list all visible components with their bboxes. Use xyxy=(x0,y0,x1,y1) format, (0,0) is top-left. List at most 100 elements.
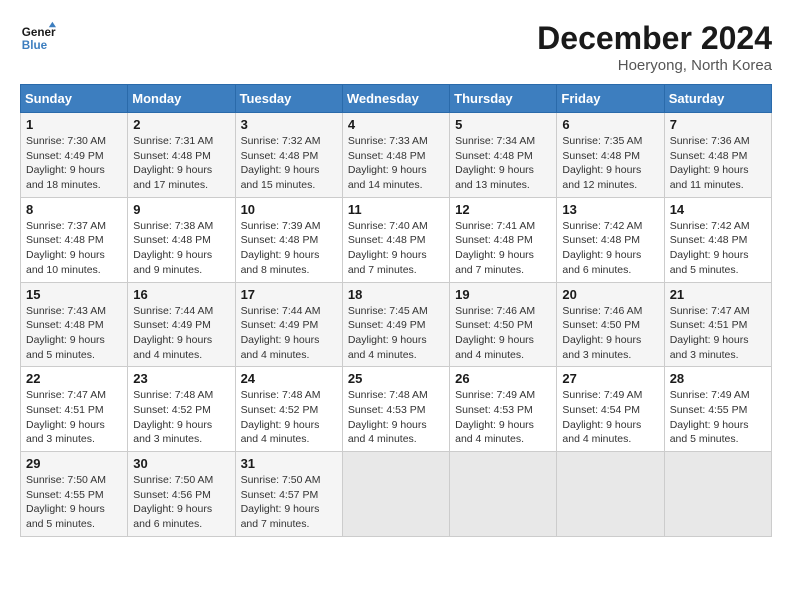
calendar-cell: 31 Sunrise: 7:50 AM Sunset: 4:57 PM Dayli… xyxy=(235,452,342,537)
day-number: 12 xyxy=(455,202,551,217)
day-info: Sunrise: 7:48 AM Sunset: 4:52 PM Dayligh… xyxy=(133,388,229,447)
calendar-cell: 20 Sunrise: 7:46 AM Sunset: 4:50 PM Dayli… xyxy=(557,282,664,367)
day-number: 4 xyxy=(348,117,444,132)
day-info: Sunrise: 7:37 AM Sunset: 4:48 PM Dayligh… xyxy=(26,219,122,278)
calendar-cell: 15 Sunrise: 7:43 AM Sunset: 4:48 PM Dayli… xyxy=(21,282,128,367)
day-info: Sunrise: 7:43 AM Sunset: 4:48 PM Dayligh… xyxy=(26,304,122,363)
day-info: Sunrise: 7:33 AM Sunset: 4:48 PM Dayligh… xyxy=(348,134,444,193)
day-number: 14 xyxy=(670,202,766,217)
calendar-cell: 26 Sunrise: 7:49 AM Sunset: 4:53 PM Dayli… xyxy=(450,367,557,452)
day-info: Sunrise: 7:49 AM Sunset: 4:53 PM Dayligh… xyxy=(455,388,551,447)
weekday-header: Friday xyxy=(557,85,664,113)
day-number: 15 xyxy=(26,287,122,302)
day-info: Sunrise: 7:50 AM Sunset: 4:57 PM Dayligh… xyxy=(241,473,337,532)
day-info: Sunrise: 7:46 AM Sunset: 4:50 PM Dayligh… xyxy=(455,304,551,363)
weekday-header: Wednesday xyxy=(342,85,449,113)
day-info: Sunrise: 7:36 AM Sunset: 4:48 PM Dayligh… xyxy=(670,134,766,193)
calendar-cell xyxy=(664,452,771,537)
day-info: Sunrise: 7:34 AM Sunset: 4:48 PM Dayligh… xyxy=(455,134,551,193)
calendar-cell: 6 Sunrise: 7:35 AM Sunset: 4:48 PM Daylig… xyxy=(557,113,664,198)
calendar-header: SundayMondayTuesdayWednesdayThursdayFrid… xyxy=(21,85,772,113)
day-info: Sunrise: 7:40 AM Sunset: 4:48 PM Dayligh… xyxy=(348,219,444,278)
day-info: Sunrise: 7:30 AM Sunset: 4:49 PM Dayligh… xyxy=(26,134,122,193)
day-number: 2 xyxy=(133,117,229,132)
calendar-cell: 3 Sunrise: 7:32 AM Sunset: 4:48 PM Daylig… xyxy=(235,113,342,198)
day-info: Sunrise: 7:42 AM Sunset: 4:48 PM Dayligh… xyxy=(670,219,766,278)
calendar-cell: 23Sunrise: 7:48 AM Sunset: 4:52 PM Dayli… xyxy=(128,367,235,452)
day-info: Sunrise: 7:46 AM Sunset: 4:50 PM Dayligh… xyxy=(562,304,658,363)
weekday-header: Tuesday xyxy=(235,85,342,113)
calendar-cell: 25Sunrise: 7:48 AM Sunset: 4:53 PM Dayli… xyxy=(342,367,449,452)
svg-text:General: General xyxy=(22,26,56,39)
calendar-cell: 19Sunrise: 7:46 AM Sunset: 4:50 PM Dayli… xyxy=(450,282,557,367)
calendar-table: SundayMondayTuesdayWednesdayThursdayFrid… xyxy=(20,84,772,537)
calendar-cell: 2 Sunrise: 7:31 AM Sunset: 4:48 PM Daylig… xyxy=(128,113,235,198)
calendar-week-row: 29 Sunrise: 7:50 AM Sunset: 4:55 PM Dayli… xyxy=(21,452,772,537)
calendar-cell: 7 Sunrise: 7:36 AM Sunset: 4:48 PM Daylig… xyxy=(664,113,771,198)
day-number: 30 xyxy=(133,456,229,471)
day-info: Sunrise: 7:50 AM Sunset: 4:55 PM Dayligh… xyxy=(26,473,122,532)
weekday-header: Monday xyxy=(128,85,235,113)
calendar-cell: 27Sunrise: 7:49 AM Sunset: 4:54 PM Dayli… xyxy=(557,367,664,452)
day-info: Sunrise: 7:47 AM Sunset: 4:51 PM Dayligh… xyxy=(670,304,766,363)
day-number: 8 xyxy=(26,202,122,217)
location: Hoeryong, North Korea xyxy=(537,57,772,74)
calendar-week-row: 1 Sunrise: 7:30 AM Sunset: 4:49 PM Daylig… xyxy=(21,113,772,198)
weekday-header-row: SundayMondayTuesdayWednesdayThursdayFrid… xyxy=(21,85,772,113)
day-info: Sunrise: 7:44 AM Sunset: 4:49 PM Dayligh… xyxy=(241,304,337,363)
day-info: Sunrise: 7:50 AM Sunset: 4:56 PM Dayligh… xyxy=(133,473,229,532)
day-number: 27 xyxy=(562,371,658,386)
day-number: 9 xyxy=(133,202,229,217)
day-info: Sunrise: 7:38 AM Sunset: 4:48 PM Dayligh… xyxy=(133,219,229,278)
title-block: December 2024 Hoeryong, North Korea xyxy=(537,20,772,74)
calendar-cell: 30 Sunrise: 7:50 AM Sunset: 4:56 PM Dayli… xyxy=(128,452,235,537)
day-info: Sunrise: 7:35 AM Sunset: 4:48 PM Dayligh… xyxy=(562,134,658,193)
month-title: December 2024 xyxy=(537,20,772,57)
day-number: 21 xyxy=(670,287,766,302)
logo: General Blue xyxy=(20,20,56,56)
weekday-header: Sunday xyxy=(21,85,128,113)
calendar-week-row: 15 Sunrise: 7:43 AM Sunset: 4:48 PM Dayli… xyxy=(21,282,772,367)
day-number: 3 xyxy=(241,117,337,132)
day-info: Sunrise: 7:44 AM Sunset: 4:49 PM Dayligh… xyxy=(133,304,229,363)
calendar-cell: 17Sunrise: 7:44 AM Sunset: 4:49 PM Dayli… xyxy=(235,282,342,367)
day-number: 13 xyxy=(562,202,658,217)
day-number: 29 xyxy=(26,456,122,471)
day-number: 11 xyxy=(348,202,444,217)
day-number: 10 xyxy=(241,202,337,217)
day-info: Sunrise: 7:41 AM Sunset: 4:48 PM Dayligh… xyxy=(455,219,551,278)
day-number: 5 xyxy=(455,117,551,132)
calendar-cell: 9 Sunrise: 7:38 AM Sunset: 4:48 PM Daylig… xyxy=(128,197,235,282)
calendar-cell: 13Sunrise: 7:42 AM Sunset: 4:48 PM Dayli… xyxy=(557,197,664,282)
calendar-week-row: 22Sunrise: 7:47 AM Sunset: 4:51 PM Dayli… xyxy=(21,367,772,452)
page-header: General Blue December 2024 Hoeryong, Nor… xyxy=(20,20,772,74)
calendar-cell: 18Sunrise: 7:45 AM Sunset: 4:49 PM Dayli… xyxy=(342,282,449,367)
day-number: 7 xyxy=(670,117,766,132)
day-info: Sunrise: 7:49 AM Sunset: 4:55 PM Dayligh… xyxy=(670,388,766,447)
day-number: 16 xyxy=(133,287,229,302)
calendar-cell: 10 Sunrise: 7:39 AM Sunset: 4:48 PM Dayli… xyxy=(235,197,342,282)
day-number: 1 xyxy=(26,117,122,132)
day-info: Sunrise: 7:45 AM Sunset: 4:49 PM Dayligh… xyxy=(348,304,444,363)
calendar-cell: 8 Sunrise: 7:37 AM Sunset: 4:48 PM Daylig… xyxy=(21,197,128,282)
day-number: 26 xyxy=(455,371,551,386)
day-number: 24 xyxy=(241,371,337,386)
calendar-cell xyxy=(450,452,557,537)
day-number: 6 xyxy=(562,117,658,132)
calendar-cell: 29 Sunrise: 7:50 AM Sunset: 4:55 PM Dayli… xyxy=(21,452,128,537)
day-number: 31 xyxy=(241,456,337,471)
weekday-header: Saturday xyxy=(664,85,771,113)
calendar-cell: 4 Sunrise: 7:33 AM Sunset: 4:48 PM Daylig… xyxy=(342,113,449,198)
day-number: 22 xyxy=(26,371,122,386)
calendar-week-row: 8 Sunrise: 7:37 AM Sunset: 4:48 PM Daylig… xyxy=(21,197,772,282)
day-info: Sunrise: 7:39 AM Sunset: 4:48 PM Dayligh… xyxy=(241,219,337,278)
day-info: Sunrise: 7:31 AM Sunset: 4:48 PM Dayligh… xyxy=(133,134,229,193)
calendar-cell: 24 Sunrise: 7:48 AM Sunset: 4:52 PM Dayli… xyxy=(235,367,342,452)
weekday-header: Thursday xyxy=(450,85,557,113)
day-info: Sunrise: 7:32 AM Sunset: 4:48 PM Dayligh… xyxy=(241,134,337,193)
calendar-cell: 22Sunrise: 7:47 AM Sunset: 4:51 PM Dayli… xyxy=(21,367,128,452)
day-number: 20 xyxy=(562,287,658,302)
svg-text:Blue: Blue xyxy=(22,39,48,52)
day-info: Sunrise: 7:48 AM Sunset: 4:52 PM Dayligh… xyxy=(241,388,337,447)
calendar-body: 1 Sunrise: 7:30 AM Sunset: 4:49 PM Daylig… xyxy=(21,113,772,537)
